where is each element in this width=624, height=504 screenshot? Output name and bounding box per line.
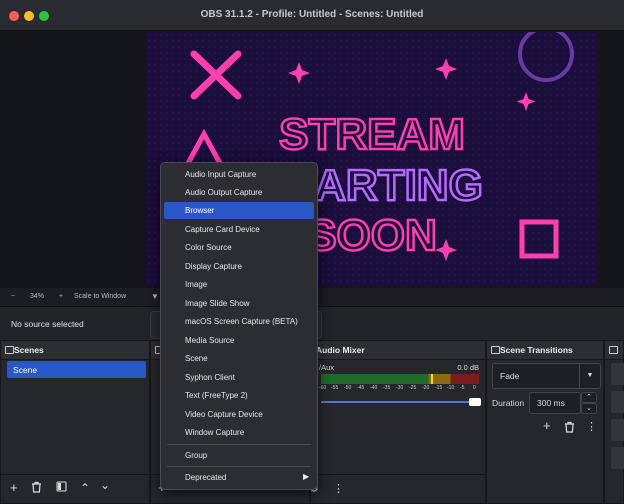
- zoom-out-button[interactable]: −: [11, 293, 15, 300]
- scene-list-item[interactable]: Scene: [7, 361, 146, 378]
- menu-separator: [167, 466, 311, 467]
- dock-icon: [5, 346, 14, 354]
- scenes-header: Scenes: [1, 341, 149, 360]
- menu-item-group[interactable]: Group: [164, 447, 314, 464]
- transitions-title: Scene Transitions: [500, 345, 573, 355]
- audio-mixer-dock: Audio Mixer /Aux 0.0 dB -60 -55 -50 -45 …: [309, 340, 486, 504]
- dock-icon: [491, 346, 500, 354]
- submenu-arrow-icon: ▶: [303, 472, 310, 481]
- menu-item-color-source[interactable]: Color Source: [164, 239, 314, 256]
- controls-header: [605, 341, 623, 360]
- scenes-footer: + ⌃ ⌄: [1, 474, 149, 503]
- menu-separator: [167, 444, 311, 445]
- canvas-line-1: STREAM: [279, 110, 465, 159]
- dock-icon: [609, 346, 618, 354]
- transitions-header: Scene Transitions: [487, 341, 603, 360]
- menu-item-text-freetype[interactable]: Text (FreeType 2): [164, 387, 314, 404]
- menu-item-syphon-client[interactable]: Syphon Client: [164, 369, 314, 386]
- transition-type-value: Fade: [500, 371, 520, 381]
- duration-up-button[interactable]: ⌃: [581, 392, 597, 403]
- add-source-menu: Audio Input Capture Audio Output Capture…: [160, 162, 318, 490]
- menu-item-video-capture-device[interactable]: Video Capture Device: [164, 406, 314, 423]
- canvas-line-3: SOON: [307, 211, 437, 260]
- add-transition-icon[interactable]: +: [543, 419, 551, 433]
- source-status: No source selected: [11, 319, 84, 329]
- scene-item-label: Scene: [13, 365, 38, 375]
- audio-mixer-title: Audio Mixer: [316, 345, 365, 355]
- mixer-level: 0.0 dB: [457, 363, 479, 372]
- menu-item-window-capture[interactable]: Window Capture: [164, 424, 314, 441]
- zoom-in-button[interactable]: +: [59, 293, 63, 300]
- controls-button[interactable]: [611, 419, 624, 441]
- audio-mixer-header: Audio Mixer: [311, 341, 485, 360]
- volume-meter: [321, 374, 479, 384]
- menu-item-macos-screen-capture[interactable]: macOS Screen Capture (BETA): [164, 313, 314, 330]
- meter-scale: -60 -55 -50 -45 -40 -35 -30 -25 -20 -15 …: [319, 385, 476, 391]
- title-bar: OBS 31.1.2 - Profile: Untitled - Scenes:…: [0, 0, 624, 31]
- duration-input[interactable]: 300 ms: [529, 392, 581, 414]
- scenes-title: Scenes: [14, 345, 44, 355]
- chevron-down-icon[interactable]: ▼: [579, 364, 600, 388]
- mixer-footer: ⚙ ⋮: [309, 474, 485, 503]
- more-options-icon[interactable]: ⋮: [586, 420, 597, 434]
- menu-item-image-slide-show[interactable]: Image Slide Show: [164, 295, 314, 312]
- menu-item-display-capture[interactable]: Display Capture: [164, 258, 314, 275]
- menu-item-scene[interactable]: Scene: [164, 350, 314, 367]
- filter-icon[interactable]: [56, 481, 67, 495]
- menu-item-audio-input-capture[interactable]: Audio Input Capture: [164, 166, 314, 183]
- transition-type-select[interactable]: Fade ▼: [492, 363, 601, 389]
- menu-item-deprecated[interactable]: Deprecated ▶: [164, 469, 314, 486]
- controls-button[interactable]: [611, 391, 624, 413]
- controls-dock: [604, 340, 624, 504]
- menu-item-capture-card-device[interactable]: Capture Card Device: [164, 221, 314, 238]
- more-options-icon[interactable]: ⋮: [333, 482, 344, 496]
- duration-down-button[interactable]: ⌄: [581, 403, 597, 414]
- scenes-dock: Scenes Scene + ⌃ ⌄: [0, 340, 150, 504]
- trash-icon[interactable]: [564, 421, 575, 436]
- zoom-level: 34%: [30, 293, 45, 300]
- menu-item-media-source[interactable]: Media Source: [164, 332, 314, 349]
- controls-button[interactable]: [611, 447, 624, 469]
- scale-to-window-label[interactable]: Scale to Window: [74, 293, 126, 300]
- volume-slider-handle[interactable]: [469, 398, 481, 406]
- menu-item-browser[interactable]: Browser: [164, 202, 314, 219]
- window-title: OBS 31.1.2 - Profile: Untitled - Scenes:…: [200, 9, 424, 20]
- menu-item-image[interactable]: Image: [164, 276, 314, 293]
- zoom-dropdown-icon[interactable]: ▼: [151, 292, 159, 301]
- duration-value: 300 ms: [537, 398, 565, 408]
- trash-icon[interactable]: [31, 481, 42, 496]
- move-down-icon[interactable]: ⌄: [100, 478, 110, 492]
- duration-label: Duration: [492, 398, 525, 408]
- add-scene-icon[interactable]: +: [10, 481, 18, 495]
- volume-slider[interactable]: [321, 398, 481, 406]
- menu-item-audio-output-capture[interactable]: Audio Output Capture: [164, 184, 314, 201]
- mixer-channel-name: /Aux: [319, 363, 335, 372]
- scene-transitions-dock: Scene Transitions Fade ▼ Duration 300 ms…: [486, 340, 604, 504]
- move-up-icon[interactable]: ⌃: [80, 481, 90, 495]
- controls-button[interactable]: [611, 363, 624, 385]
